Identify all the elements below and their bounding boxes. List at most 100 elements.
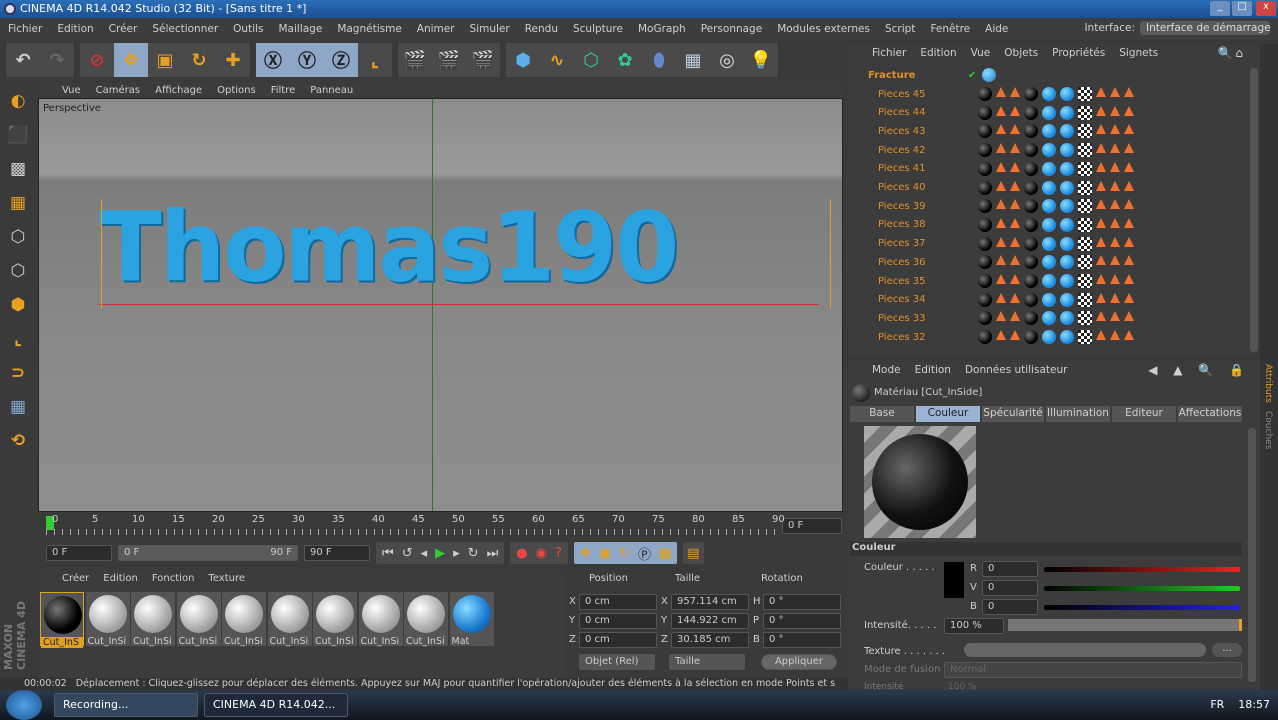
next-frame-icon[interactable]: ▸	[453, 546, 460, 561]
object-name[interactable]: Pieces 43	[848, 126, 938, 137]
b-field[interactable]: 0	[982, 599, 1038, 615]
tab-illumination[interactable]: Illumination	[1046, 406, 1110, 422]
object-name[interactable]: Pieces 39	[848, 201, 938, 212]
object-menu-5[interactable]: Signets	[1119, 47, 1158, 61]
coord-rot-h-field[interactable]: 0 °	[763, 594, 841, 610]
fracture-tag-icon[interactable]	[1096, 180, 1106, 191]
tab-layers[interactable]: Couches	[1263, 411, 1273, 449]
fracture-tag-icon[interactable]	[1110, 199, 1120, 210]
render-view-icon[interactable]: 🎬	[398, 43, 432, 77]
object-row[interactable]: Pieces 43	[848, 122, 1248, 140]
menu-4[interactable]: Outils	[233, 23, 263, 35]
timeline[interactable]: 0 F 0 5 10 15 20 25 30 35 40 45 50 55 60 65 70 75 80 85 90	[38, 512, 848, 540]
fracture-tag-icon[interactable]	[1096, 274, 1106, 284]
material-tag-icon[interactable]	[1024, 255, 1038, 270]
fracture-tag-icon[interactable]	[1010, 255, 1020, 266]
object-row[interactable]: Pieces 45	[848, 85, 1248, 103]
fracture-tag-icon[interactable]	[1110, 330, 1120, 341]
frame-range-slider[interactable]: 0 F 90 F	[118, 545, 298, 561]
material-item[interactable]: Cut_InSi	[313, 592, 357, 647]
fracture-tag-icon[interactable]	[1124, 217, 1134, 228]
fracture-tag-icon[interactable]	[1124, 161, 1134, 172]
start-frame-field[interactable]: 0 F	[46, 545, 112, 561]
fracture-tag-icon[interactable]	[996, 161, 1006, 172]
fracture-tag-icon[interactable]	[1110, 143, 1120, 154]
v-slider[interactable]	[1044, 586, 1240, 591]
animation-icon[interactable]: ⟲	[3, 426, 33, 456]
object-name[interactable]: Pieces 35	[848, 276, 938, 287]
go-to-start-icon[interactable]: ⏮	[382, 546, 394, 561]
material-tag-icon[interactable]	[978, 330, 992, 345]
menu-3[interactable]: Sélectionner	[152, 23, 218, 35]
material-tag-icon[interactable]	[1060, 199, 1074, 214]
menu-0[interactable]: Fichier	[8, 23, 42, 35]
object-name[interactable]: Pieces 44	[848, 107, 938, 118]
rotate-tool-icon[interactable]: ↻	[182, 43, 216, 77]
v-field[interactable]: 0	[982, 580, 1038, 596]
interface-dropdown[interactable]: Interface de démarrage	[1140, 21, 1271, 35]
coord-rot-p-field[interactable]: 0 °	[763, 613, 841, 629]
material-tag-icon[interactable]	[978, 143, 992, 158]
material-tag-icon[interactable]	[1024, 217, 1038, 232]
material-item[interactable]: Cut_InSi	[131, 592, 175, 647]
material-tag-icon[interactable]	[1060, 217, 1074, 232]
material-tag-icon[interactable]	[1042, 274, 1056, 288]
material-tag-icon[interactable]	[1060, 274, 1074, 288]
scale-tool-icon[interactable]: ▣	[148, 43, 182, 77]
menu-10[interactable]: Sculpture	[573, 23, 623, 35]
menu-2[interactable]: Créer	[109, 23, 138, 35]
fracture-tag-icon[interactable]	[1010, 311, 1020, 322]
fracture-tag-icon[interactable]	[1110, 236, 1120, 247]
r-field[interactable]: 0	[982, 561, 1038, 577]
material-tag-icon[interactable]	[978, 199, 992, 214]
material-tag-icon[interactable]	[1060, 143, 1074, 158]
spline-icon[interactable]: ∿	[540, 43, 574, 77]
cube-icon[interactable]: ⬢	[506, 43, 540, 77]
start-button[interactable]	[6, 690, 42, 720]
fracture-tag-icon[interactable]	[1110, 255, 1120, 266]
menu-11[interactable]: MoGraph	[638, 23, 686, 35]
checker-texture-tag-icon[interactable]	[1078, 180, 1092, 195]
object-row[interactable]: Pieces 44	[848, 104, 1248, 122]
checker-texture-tag-icon[interactable]	[1078, 311, 1092, 326]
fracture-tag-icon[interactable]	[1124, 330, 1134, 341]
axis-mode-icon[interactable]: ⌞	[3, 324, 33, 354]
fracture-tag-icon[interactable]	[1096, 143, 1106, 154]
fracture-tag-icon[interactable]	[996, 274, 1006, 284]
menu-6[interactable]: Magnétisme	[337, 23, 401, 35]
fracture-tag-icon[interactable]	[1110, 161, 1120, 172]
fracture-tag-icon[interactable]	[1110, 274, 1120, 284]
material-tag-icon[interactable]	[1060, 105, 1074, 120]
material-tag-icon[interactable]	[1060, 124, 1074, 139]
fracture-tag-icon[interactable]	[996, 330, 1006, 341]
material-tag-icon[interactable]	[1042, 161, 1056, 176]
edges-mode-icon[interactable]: ⬡	[3, 256, 33, 286]
material-tag-icon[interactable]	[978, 236, 992, 251]
fracture-tag-icon[interactable]	[1010, 274, 1020, 284]
menu-15[interactable]: Fenêtre	[930, 23, 970, 35]
material-tag-icon[interactable]	[1060, 330, 1074, 345]
move-tool-icon[interactable]: ✥	[114, 43, 148, 77]
fracture-tag-icon[interactable]	[1096, 87, 1106, 97]
material-item[interactable]: Cut_InS	[40, 592, 84, 648]
material-tag-icon[interactable]	[982, 68, 997, 82]
material-tag-icon[interactable]	[1024, 274, 1038, 288]
material-tag-icon[interactable]	[1042, 236, 1056, 251]
object-name[interactable]: Pieces 34	[848, 294, 938, 305]
object-name[interactable]: Pieces 37	[848, 238, 938, 249]
material-tag-icon[interactable]	[1024, 330, 1038, 345]
checker-texture-tag-icon[interactable]	[1078, 236, 1092, 251]
z-axis-icon[interactable]: Ⓩ	[324, 43, 358, 77]
material-tag-icon[interactable]	[978, 180, 992, 195]
blend-mode-dropdown[interactable]: Normal	[944, 662, 1242, 678]
fracture-tag-icon[interactable]	[1010, 161, 1020, 172]
coord-size-y-field[interactable]: 144.922 cm	[671, 613, 749, 629]
object-fracture[interactable]: Fracture	[848, 70, 938, 81]
go-to-end-icon[interactable]: ⏭	[487, 546, 499, 561]
attribute-menu-2[interactable]: Données utilisateur	[965, 364, 1068, 378]
attribute-menu-0[interactable]: Mode	[872, 364, 901, 378]
object-row[interactable]: Pieces 40	[848, 179, 1248, 197]
material-tag-icon[interactable]	[1042, 124, 1056, 139]
render-picture-viewer-icon[interactable]: 🎬	[432, 43, 466, 77]
material-item[interactable]: Cut_InSi	[176, 592, 221, 647]
